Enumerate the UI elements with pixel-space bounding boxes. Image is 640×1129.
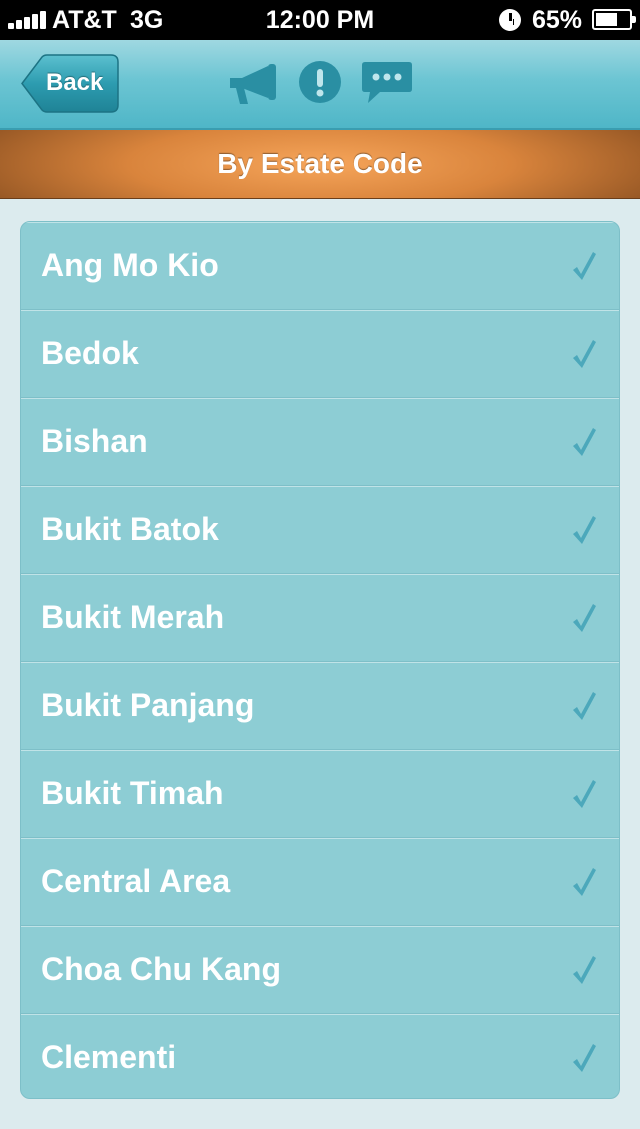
estate-label: Central Area <box>41 863 231 899</box>
chat-icon[interactable] <box>360 58 414 106</box>
checkmark-icon <box>573 1044 596 1072</box>
list-item[interactable]: Choa Chu Kang <box>21 926 619 1014</box>
list-item[interactable]: Bedok <box>21 310 619 398</box>
estate-label: Clementi <box>41 1039 177 1075</box>
checkmark-icon <box>573 868 596 896</box>
battery-icon <box>592 9 636 30</box>
back-label: Back <box>46 69 104 96</box>
list-item[interactable]: Bukit Panjang <box>21 662 619 750</box>
checkmark-icon <box>573 252 596 280</box>
estate-label: Bukit Timah <box>41 775 224 811</box>
estate-label: Choa Chu Kang <box>41 951 281 987</box>
nav-bar: Back <box>0 40 640 130</box>
estate-list: Ang Mo Kio Bedok Bishan Bukit Batok Buki… <box>20 221 620 1099</box>
checkmark-icon <box>573 428 596 456</box>
estate-label: Bishan <box>41 423 148 459</box>
megaphone-icon[interactable] <box>226 60 280 108</box>
estate-label: Bukit Batok <box>41 511 219 547</box>
battery-fill <box>596 13 617 26</box>
list-item[interactable]: Bukit Timah <box>21 750 619 838</box>
checkmark-icon <box>573 516 596 544</box>
list-item[interactable]: Central Area <box>21 838 619 926</box>
clock-icon <box>499 9 521 31</box>
page-title: By Estate Code <box>217 148 423 179</box>
list-item[interactable]: Clementi <box>21 1014 619 1098</box>
checkmark-icon <box>573 956 596 984</box>
list-item[interactable]: Bishan <box>21 398 619 486</box>
status-bar: AT&T 3G 12:00 PM 65% <box>0 0 640 40</box>
estate-label: Bedok <box>41 335 139 371</box>
estate-label: Bukit Merah <box>41 599 225 635</box>
checkmark-icon <box>573 340 596 368</box>
estate-label: Ang Mo Kio <box>41 247 219 283</box>
alert-icon[interactable] <box>298 60 342 104</box>
list-item[interactable]: Bukit Batok <box>21 486 619 574</box>
section-header: By Estate Code <box>0 130 640 199</box>
estate-label: Bukit Panjang <box>41 687 255 723</box>
battery-percent: 65% <box>532 6 583 34</box>
checkmark-icon <box>573 692 596 720</box>
back-button[interactable]: Back <box>20 54 119 113</box>
list-item[interactable]: Bukit Merah <box>21 574 619 662</box>
checkmark-icon <box>573 604 596 632</box>
checkmark-icon <box>573 780 596 808</box>
list-item[interactable]: Ang Mo Kio <box>21 222 619 310</box>
